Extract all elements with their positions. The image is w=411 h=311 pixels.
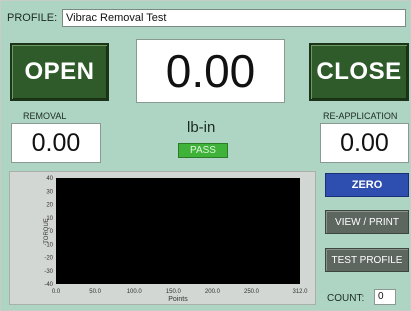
x-tick-label: 150.0 bbox=[166, 289, 182, 295]
reapplication-label: RE-APPLICATION bbox=[323, 111, 398, 121]
x-tick-label: 250.0 bbox=[244, 289, 260, 295]
torque-chart-svg: 403020100-10-20-30-40 0.0 50.0 100.0 150.0 2… bbox=[44, 176, 308, 303]
torque-chart: 40 30 20 10 0 -10 -20 -30 -40 0.0 50.0 100.0 150.0 2… bbox=[9, 171, 316, 305]
x-tick-label: 312.0 bbox=[292, 289, 308, 295]
profile-name-field[interactable]: Vibrac Removal Test bbox=[62, 9, 406, 27]
view-print-button[interactable]: VIEW / PRINT bbox=[325, 210, 409, 234]
y-tick-label: -20 bbox=[44, 256, 53, 262]
count-value: 0 bbox=[374, 289, 396, 305]
plot-area bbox=[56, 178, 300, 284]
x-tick-label: 200.0 bbox=[205, 289, 221, 295]
pass-status-indicator: PASS bbox=[178, 143, 228, 158]
torque-readout: 0.00 bbox=[136, 39, 285, 103]
y-tick-label: -40 bbox=[44, 282, 53, 288]
count-label: COUNT: bbox=[327, 293, 365, 304]
test-profile-button[interactable]: TEST PROFILE bbox=[325, 248, 409, 272]
close-button[interactable]: CLOSE bbox=[309, 43, 409, 101]
profile-label: PROFILE: bbox=[7, 12, 58, 24]
y-tick-label: -30 bbox=[44, 269, 53, 275]
unit-label: lb-in bbox=[187, 119, 216, 136]
x-tick-label: 0.0 bbox=[52, 289, 61, 295]
y-tick-label: 40 bbox=[46, 176, 53, 182]
y-axis-label: TORQUE bbox=[44, 218, 50, 244]
zero-button[interactable]: ZERO bbox=[325, 173, 409, 197]
torque-test-panel: PROFILE: Vibrac Removal Test OPEN 0.00 C… bbox=[0, 0, 411, 311]
open-button[interactable]: OPEN bbox=[10, 43, 109, 101]
y-tick-label: 20 bbox=[46, 203, 53, 209]
removal-value: 0.00 bbox=[11, 123, 101, 163]
x-tick-label: 100.0 bbox=[127, 289, 143, 295]
x-axis-label: Points bbox=[168, 296, 188, 303]
x-tick-label: 50.0 bbox=[89, 289, 101, 295]
y-tick-label: 30 bbox=[46, 189, 53, 195]
removal-label: REMOVAL bbox=[23, 111, 67, 121]
y-tick-label: 0 bbox=[50, 229, 54, 235]
reapplication-value: 0.00 bbox=[320, 123, 409, 163]
